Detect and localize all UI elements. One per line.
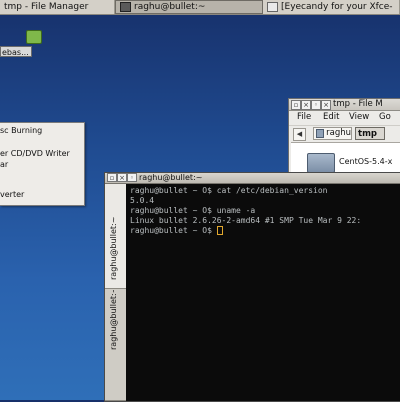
menu-item-converter[interactable]: verter [0,189,82,200]
task-label: [Eyecandy for your Xfce- [281,2,393,12]
menu-view[interactable]: View [349,112,369,123]
terminal-titlebar[interactable]: ▫ × ◦ raghu@bullet:~ [105,173,400,184]
location-bar: ◀ raghu tmp [289,125,400,142]
terminal-tab-active[interactable]: raghu@bullet:~ [105,184,126,289]
task-label: raghu@bullet:~ [134,2,206,12]
back-arrow-icon[interactable]: ◀ [293,128,306,141]
terminal-tab-bar: raghu@bullet:~ raghu@bullet:~ [105,184,126,401]
context-menu: sc Burning er CD/DVD Writer ar verter [0,122,85,206]
path-button-home[interactable]: raghu [313,127,352,140]
taskbar: tmp - File Manager raghu@bullet:~ [Eyeca… [0,0,400,15]
taskbar-item-terminal[interactable]: raghu@bullet:~ [115,0,263,14]
text-cursor [216,226,223,235]
terminal-line: raghu@bullet ~ O$ cat /etc/debian_versio… [130,186,328,195]
taskbar-item-file-manager[interactable]: tmp - File Manager [0,0,115,14]
maximize-icon[interactable]: ◦ [311,100,321,110]
path-label: raghu [326,128,351,138]
terminal-line: raghu@bullet ~ O$ uname -a [130,206,256,215]
file-manager-menubar: File Edit View Go [289,111,400,124]
close-icon[interactable]: × [321,100,331,110]
file-item-label[interactable]: CentOS-5.4-x [339,156,400,167]
terminal-output[interactable]: raghu@bullet ~ O$ cat /etc/debian_versio… [126,184,400,401]
menu-item-disc-burning[interactable]: sc Burning [0,125,82,136]
maximize-icon[interactable]: ◦ [127,173,137,182]
folder-icon[interactable] [307,153,335,173]
menu-file[interactable]: File [297,112,311,123]
home-folder-icon [316,129,325,138]
file-manager-titlebar[interactable]: ▫ × ◦ × tmp - File M [289,99,400,111]
window-title: tmp - File M [333,99,383,109]
tab-label: raghu@bullet:~ [109,290,118,350]
taskbar-item-browser[interactable]: [Eyecandy for your Xfce- [263,0,400,14]
minimize-icon[interactable]: × [117,173,127,182]
terminal-line: raghu@bullet ~ O$ [130,226,217,235]
path-button-current[interactable]: tmp [355,127,385,140]
desktop-icon-label: ebas... [0,46,32,57]
browser-icon [267,2,278,12]
terminal-prompt-line: raghu@bullet ~ O$ [130,226,223,236]
window-menu-icon[interactable]: ▫ [107,173,117,182]
terminal-icon [120,2,131,12]
terminal-line: Linux bullet 2.6.26-2-amd64 #1 SMP Tue M… [130,216,362,225]
menu-edit[interactable]: Edit [323,112,339,123]
terminal-line: 5.0.4 [130,196,155,205]
task-label: tmp - File Manager [4,2,89,12]
window-title: raghu@bullet:~ [139,173,203,182]
tab-label: raghu@bullet:~ [109,216,118,280]
window-menu-icon[interactable]: ▫ [291,100,301,110]
package-icon [26,30,42,44]
menu-item-ar[interactable]: ar [0,159,82,170]
menu-item-cd-dvd-writer[interactable]: er CD/DVD Writer [0,148,82,159]
terminal-tab[interactable]: raghu@bullet:~ [105,290,126,401]
minimize-icon[interactable]: × [301,100,311,110]
terminal-window: ▫ × ◦ raghu@bullet:~ raghu@bullet:~ ragh… [104,172,400,402]
menu-go[interactable]: Go [379,112,391,123]
